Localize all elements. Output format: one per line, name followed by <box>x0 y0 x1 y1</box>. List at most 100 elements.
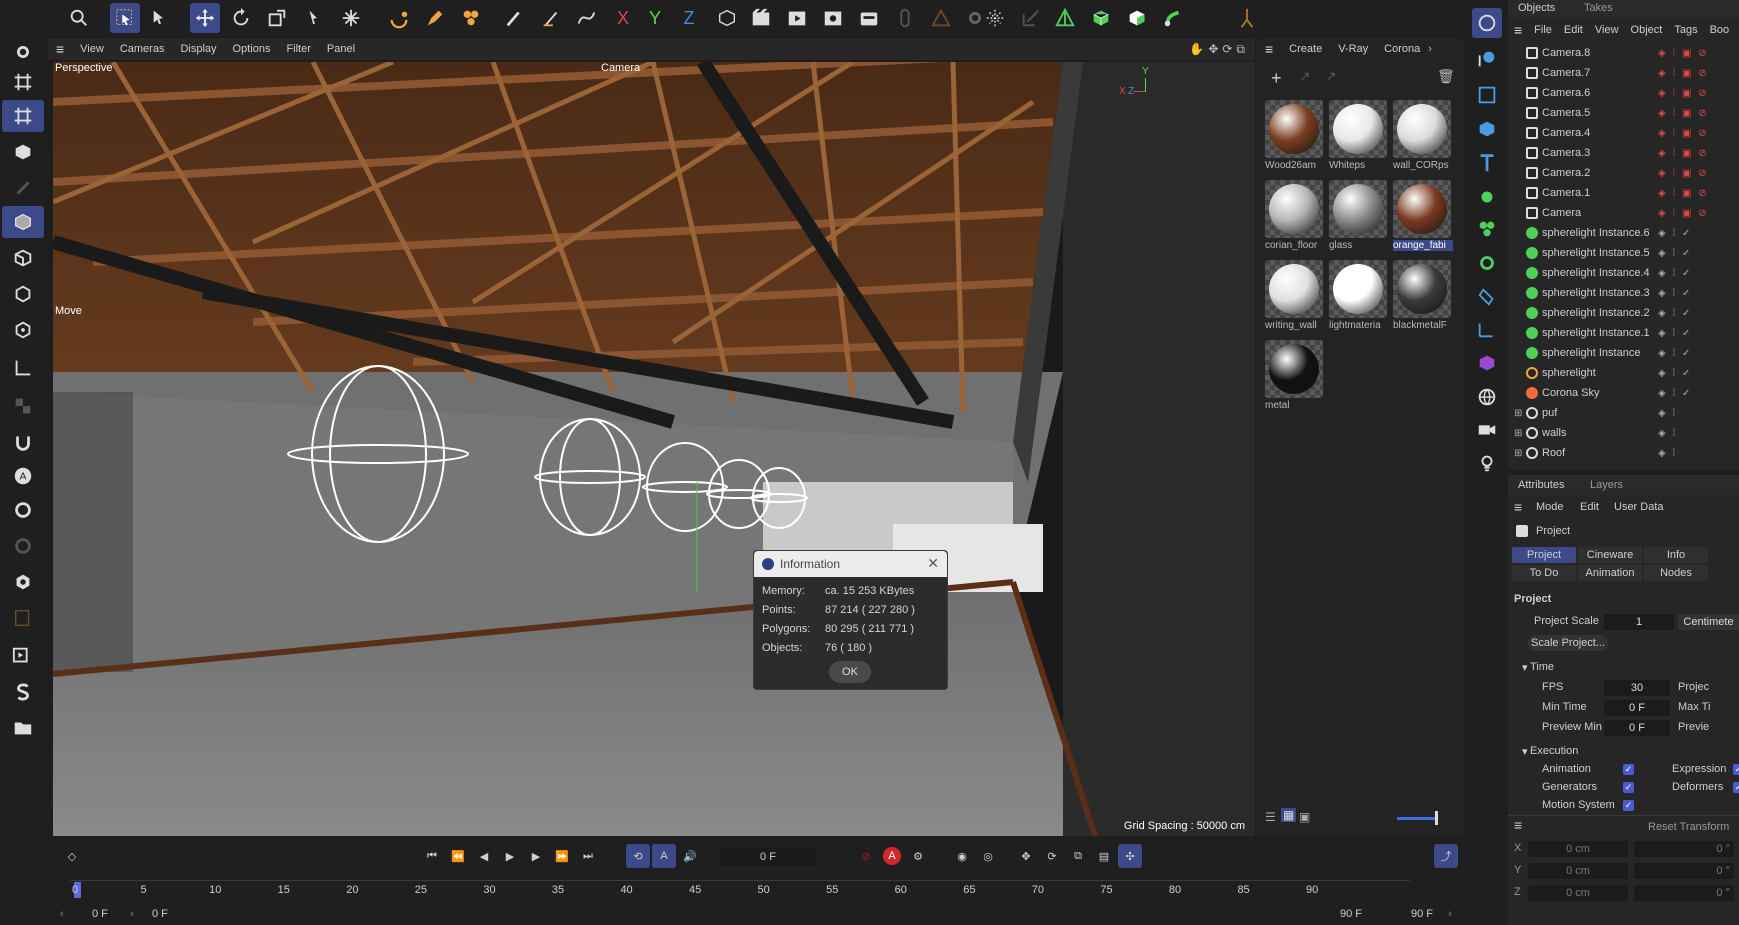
material-swatch[interactable]: blackmetalF <box>1393 260 1455 332</box>
lock-icon[interactable] <box>2 530 44 562</box>
menu-vray[interactable]: V-Ray <box>1330 43 1376 55</box>
range-end-field[interactable]: 90 F <box>1340 908 1362 920</box>
object-row[interactable]: Corona Sky ◈ ⁞ ✓ <box>1508 383 1739 403</box>
mograph-icon[interactable] <box>1472 214 1502 244</box>
object-flags[interactable]: ◈ ⁞ ✓ <box>1658 308 1692 319</box>
subtab-cineware[interactable]: Cineware <box>1578 547 1642 563</box>
hamburger-icon[interactable]: ≡ <box>1514 817 1522 833</box>
go-to-end-icon[interactable]: ⏭ <box>576 844 600 868</box>
workplane-icon[interactable] <box>2 100 44 132</box>
object-row[interactable]: Camera.3 ◈ ⁞ ▣ ⊘ <box>1508 143 1739 163</box>
scale-icon[interactable] <box>262 3 292 33</box>
material-swatch[interactable]: Wood26am <box>1265 100 1327 172</box>
expression-checkbox[interactable]: ✓ <box>1733 764 1739 775</box>
time-group[interactable]: Time <box>1530 661 1554 673</box>
undo-icon[interactable] <box>384 3 414 33</box>
object-flags[interactable]: ◈ ⁞ ✓ <box>1658 268 1692 279</box>
object-row[interactable]: Camera.1 ◈ ⁞ ▣ ⊘ <box>1508 183 1739 203</box>
light-icon[interactable] <box>1472 448 1502 478</box>
hamburger-icon[interactable]: ≡ <box>1508 22 1528 38</box>
material-swatch[interactable]: metal <box>1265 340 1327 412</box>
tweak-icon[interactable] <box>2 390 44 422</box>
execution-group[interactable]: Execution <box>1530 745 1578 757</box>
end-frame-field[interactable]: 90 F <box>1411 908 1433 920</box>
keyframe-icon[interactable]: ◇ <box>60 844 84 868</box>
menu-mode[interactable]: Mode <box>1536 501 1564 513</box>
play-icon[interactable]: ▶ <box>498 844 522 868</box>
axis-icon[interactable] <box>300 3 330 33</box>
prev-key-icon[interactable]: ⏪ <box>446 844 470 868</box>
cube-blue-icon[interactable] <box>1472 114 1502 144</box>
menu-tags[interactable]: Tags <box>1668 24 1703 36</box>
edit-arrow-icon[interactable]: ↗ <box>1325 68 1337 85</box>
chevron-right-icon[interactable]: › <box>1448 908 1452 920</box>
material-swatch[interactable]: Whiteps <box>1329 100 1391 172</box>
view-icon[interactable] <box>2 566 44 598</box>
object-row[interactable]: Camera.4 ◈ ⁞ ▣ ⊘ <box>1508 123 1739 143</box>
menu-file[interactable]: File <box>1528 24 1558 36</box>
timeline-ruler[interactable] <box>70 880 1410 881</box>
object-flags[interactable]: ◈ ⁞ ▣ ⊘ <box>1658 148 1709 159</box>
fps-field[interactable]: 30 <box>1604 680 1670 696</box>
bone-icon[interactable] <box>1232 3 1262 33</box>
deformer-icon[interactable] <box>1472 282 1502 312</box>
autokey-icon[interactable]: A <box>880 844 904 868</box>
polygons-icon[interactable] <box>2 206 44 238</box>
y-axis-icon[interactable]: Y <box>640 3 670 33</box>
object-flags[interactable]: ◈ ⁞ ▣ ⊘ <box>1658 188 1709 199</box>
model-icon[interactable] <box>2 242 44 274</box>
text-icon[interactable] <box>1472 148 1502 178</box>
reset-transform-button[interactable]: Reset Transform <box>1648 821 1729 833</box>
spline-icon[interactable] <box>572 3 602 33</box>
min-time-field[interactable]: 0 F <box>1604 700 1670 716</box>
keyframe-settings-icon[interactable]: ⚙ <box>906 844 930 868</box>
object-row[interactable]: Camera.8 ◈ ⁞ ▣ ⊘ <box>1508 43 1739 63</box>
menu-options[interactable]: Options <box>225 43 279 55</box>
object-row[interactable]: spherelight Instance.4 ◈ ⁞ ✓ <box>1508 263 1739 283</box>
edit-render-icon[interactable] <box>854 3 884 33</box>
object-flags[interactable]: ◈ ⁞ ✓ <box>1658 348 1692 359</box>
grid-view-icon[interactable]: ▦ <box>1281 808 1297 822</box>
menu-corona[interactable]: Corona <box>1376 43 1428 55</box>
large-view-icon[interactable]: ▣ <box>1299 810 1310 824</box>
settings-icon[interactable] <box>2 36 44 68</box>
material-swatch[interactable]: corian_floor <box>1265 180 1327 252</box>
key-param-icon[interactable]: ▤ <box>1092 844 1116 868</box>
zoom-slider[interactable] <box>1397 817 1437 820</box>
expand-icon[interactable]: ⊞ <box>1514 408 1522 419</box>
coord-z-field[interactable]: 0 cm <box>1528 885 1628 901</box>
export-icon[interactable] <box>1016 3 1046 33</box>
timeline-icon[interactable] <box>2 602 44 634</box>
select-icon[interactable] <box>110 3 140 33</box>
object-flags[interactable]: ◈ ⁞ ▣ ⊘ <box>1658 208 1709 219</box>
trash-icon[interactable]: 🗑 <box>1437 68 1455 85</box>
record-icon[interactable]: ⊘ <box>854 844 878 868</box>
preview-min-field[interactable]: 0 F <box>1604 720 1670 736</box>
object-row[interactable]: spherelight Instance.3 ◈ ⁞ ✓ <box>1508 283 1739 303</box>
object-row[interactable]: Camera.7 ◈ ⁞ ▣ ⊘ <box>1508 63 1739 83</box>
object-row[interactable]: spherelight ◈ ⁞ ✓ <box>1508 363 1739 383</box>
camera-icon[interactable] <box>1472 414 1502 444</box>
object-flags[interactable]: ◈ ⁞ ✓ <box>1658 288 1692 299</box>
object-row[interactable]: spherelight Instance ◈ ⁞ ✓ <box>1508 343 1739 363</box>
effector-icon[interactable] <box>1472 248 1502 278</box>
subtab-nodes[interactable]: Nodes <box>1644 565 1708 581</box>
go-to-start-icon[interactable]: ⏮ <box>420 844 444 868</box>
fcurve-icon[interactable]: ⤴ <box>1434 844 1458 868</box>
chevron-right-icon[interactable]: › <box>130 908 134 920</box>
hamburger-icon[interactable]: ≡ <box>1514 499 1522 515</box>
expand-icon[interactable]: ⊞ <box>1514 448 1522 459</box>
object-flags[interactable]: ◈ ⁞ ▣ ⊘ <box>1658 168 1709 179</box>
z-axis-icon[interactable]: Z <box>674 3 704 33</box>
object-flags[interactable]: ◈ ⁞ <box>1658 428 1677 439</box>
object-row[interactable]: Camera.2 ◈ ⁞ ▣ ⊘ <box>1508 163 1739 183</box>
menu-create[interactable]: Create <box>1281 43 1330 55</box>
pen-icon[interactable] <box>420 3 450 33</box>
prev-frame-icon[interactable]: ◀ <box>472 844 496 868</box>
next-frame-icon[interactable]: ▶ <box>524 844 548 868</box>
rot-z-field[interactable]: 0 ° <box>1634 885 1734 901</box>
object-flags[interactable]: ◈ ⁞ ✓ <box>1658 388 1692 399</box>
snap-icon[interactable] <box>336 3 366 33</box>
folder-icon[interactable] <box>2 712 44 744</box>
key-selection-icon[interactable]: ◉ <box>950 844 974 868</box>
